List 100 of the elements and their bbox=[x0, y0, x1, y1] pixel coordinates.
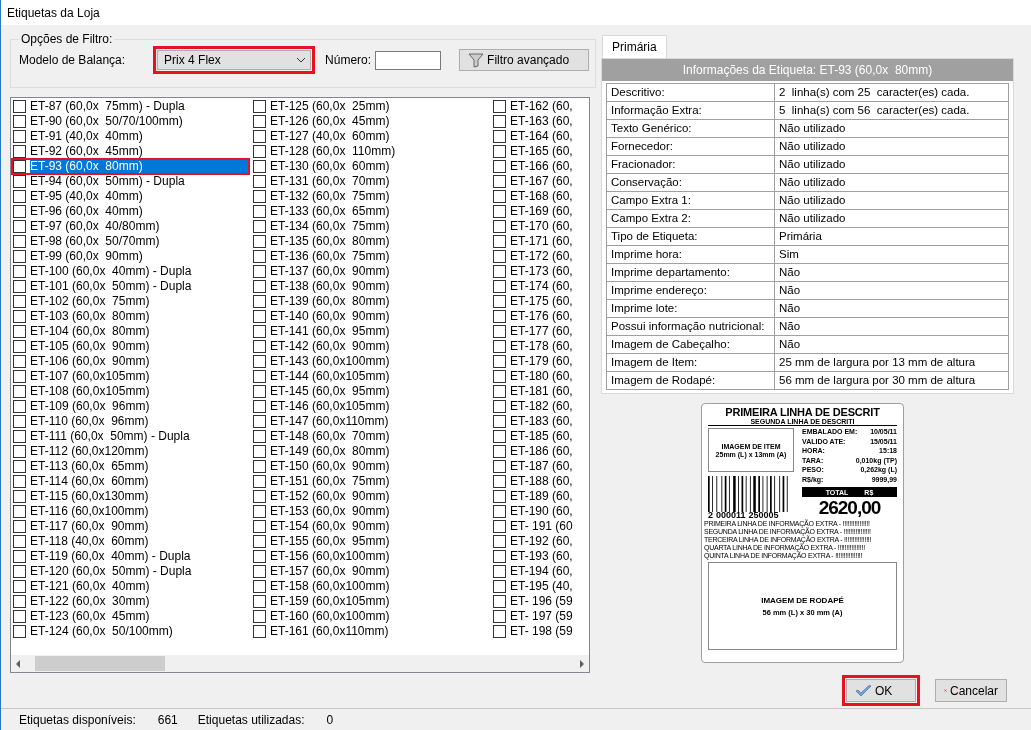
list-item[interactable]: ET-125 (60,0x 25mm) bbox=[270, 100, 488, 113]
checkbox[interactable] bbox=[253, 430, 266, 443]
checkbox[interactable] bbox=[493, 175, 506, 188]
list-item[interactable]: ET-178 (60, bbox=[510, 340, 585, 353]
checkbox[interactable] bbox=[253, 265, 266, 278]
list-item[interactable]: ET-169 (60, bbox=[510, 205, 585, 218]
list-item[interactable]: ET-112 (60,0x120mm) bbox=[30, 445, 248, 458]
checkbox[interactable] bbox=[13, 145, 26, 158]
list-item[interactable]: ET-143 (60,0x100mm) bbox=[270, 355, 488, 368]
list-item[interactable]: ET-95 (40,0x 40mm) bbox=[30, 190, 248, 203]
list-item[interactable]: ET- 198 (59 bbox=[510, 625, 585, 638]
checkbox[interactable] bbox=[253, 130, 266, 143]
checkbox[interactable] bbox=[13, 190, 26, 203]
checkbox[interactable] bbox=[253, 115, 266, 128]
checkbox[interactable] bbox=[253, 325, 266, 338]
checkbox[interactable] bbox=[493, 400, 506, 413]
ok-button[interactable]: OK bbox=[846, 679, 916, 702]
list-item[interactable]: ET-106 (60,0x 90mm) bbox=[30, 355, 248, 368]
list-item[interactable]: ET-141 (60,0x 95mm) bbox=[270, 325, 488, 338]
list-item[interactable]: ET-183 (60, bbox=[510, 415, 585, 428]
list-item[interactable]: ET-186 (60, bbox=[510, 445, 585, 458]
list-item[interactable]: ET-105 (60,0x 90mm) bbox=[30, 340, 248, 353]
number-field[interactable] bbox=[375, 50, 442, 70]
checkbox[interactable] bbox=[493, 190, 506, 203]
checkbox[interactable] bbox=[253, 385, 266, 398]
checkbox[interactable] bbox=[253, 415, 266, 428]
checkbox[interactable] bbox=[493, 460, 506, 473]
list-item[interactable]: ET-92 (60,0x 45mm) bbox=[30, 145, 248, 158]
list-item[interactable]: ET-111 (60,0x 50mm) - Dupla bbox=[30, 430, 248, 443]
checkbox[interactable] bbox=[13, 505, 26, 518]
checkbox[interactable] bbox=[493, 520, 506, 533]
list-item[interactable]: ET-165 (60, bbox=[510, 145, 585, 158]
list-item[interactable]: ET-161 (60,0x110mm) bbox=[270, 625, 488, 638]
checkbox[interactable] bbox=[253, 460, 266, 473]
checkbox[interactable] bbox=[493, 310, 506, 323]
checkbox[interactable] bbox=[13, 235, 26, 248]
list-item[interactable]: ET-182 (60, bbox=[510, 400, 585, 413]
list-item[interactable]: ET-167 (60, bbox=[510, 175, 585, 188]
list-item[interactable]: ET-144 (60,0x105mm) bbox=[270, 370, 488, 383]
checkbox[interactable] bbox=[493, 415, 506, 428]
list-item[interactable]: ET-146 (60,0x105mm) bbox=[270, 400, 488, 413]
checkbox[interactable] bbox=[493, 160, 506, 173]
checkbox[interactable] bbox=[253, 250, 266, 263]
list-item[interactable]: ET-152 (60,0x 90mm) bbox=[270, 490, 488, 503]
list-item[interactable]: ET-172 (60, bbox=[510, 250, 585, 263]
checkbox[interactable] bbox=[253, 295, 266, 308]
checkbox[interactable] bbox=[493, 580, 506, 593]
checkbox[interactable] bbox=[253, 535, 266, 548]
checkbox[interactable] bbox=[493, 445, 506, 458]
list-item[interactable]: ET-119 (60,0x 40mm) - Dupla bbox=[30, 550, 248, 563]
list-item[interactable]: ET-118 (40,0x 60mm) bbox=[30, 535, 248, 548]
list-item[interactable]: ET-138 (60,0x 90mm) bbox=[270, 280, 488, 293]
checkbox[interactable] bbox=[493, 205, 506, 218]
checkbox[interactable] bbox=[13, 280, 26, 293]
list-item[interactable]: ET-148 (60,0x 70mm) bbox=[270, 430, 488, 443]
checkbox[interactable] bbox=[13, 310, 26, 323]
checkbox[interactable] bbox=[493, 100, 506, 113]
list-item[interactable]: ET-124 (60,0x 50/100mm) bbox=[30, 625, 248, 638]
list-item[interactable]: ET-190 (60, bbox=[510, 505, 585, 518]
checkbox[interactable] bbox=[253, 310, 266, 323]
checkbox[interactable] bbox=[13, 610, 26, 623]
checkbox[interactable] bbox=[13, 595, 26, 608]
list-item[interactable]: ET-90 (60,0x 50/70/100mm) bbox=[30, 115, 248, 128]
list-item[interactable]: ET-127 (40,0x 60mm) bbox=[270, 130, 488, 143]
checkbox[interactable] bbox=[13, 430, 26, 443]
list-item[interactable]: ET-170 (60, bbox=[510, 220, 585, 233]
list-item[interactable]: ET-137 (60,0x 90mm) bbox=[270, 265, 488, 278]
list-item[interactable]: ET-139 (60,0x 80mm) bbox=[270, 295, 488, 308]
list-item[interactable]: ET-145 (60,0x 95mm) bbox=[270, 385, 488, 398]
list-item[interactable]: ET-96 (60,0x 40mm) bbox=[30, 205, 248, 218]
checkbox[interactable] bbox=[13, 385, 26, 398]
list-item[interactable]: ET-110 (60,0x 96mm) bbox=[30, 415, 248, 428]
list-item[interactable]: ET-154 (60,0x 90mm) bbox=[270, 520, 488, 533]
list-item[interactable]: ET-123 (60,0x 45mm) bbox=[30, 610, 248, 623]
checkbox[interactable] bbox=[13, 100, 26, 113]
list-item[interactable]: ET-181 (60, bbox=[510, 385, 585, 398]
checkbox[interactable] bbox=[13, 175, 26, 188]
list-item[interactable]: ET-100 (60,0x 40mm) - Dupla bbox=[30, 265, 248, 278]
checkbox[interactable] bbox=[493, 235, 506, 248]
list-item[interactable]: ET-104 (60,0x 80mm) bbox=[30, 325, 248, 338]
checkbox[interactable] bbox=[253, 145, 266, 158]
checkbox[interactable] bbox=[493, 370, 506, 383]
checkbox[interactable] bbox=[493, 265, 506, 278]
checkbox[interactable] bbox=[13, 400, 26, 413]
checkbox[interactable] bbox=[253, 595, 266, 608]
list-item[interactable]: ET-98 (60,0x 50/70mm) bbox=[30, 235, 248, 248]
list-item[interactable]: ET-166 (60, bbox=[510, 160, 585, 173]
checkbox[interactable] bbox=[493, 625, 506, 638]
cancel-button[interactable]: Cancelar bbox=[935, 679, 1007, 702]
checkbox[interactable] bbox=[493, 550, 506, 563]
checkbox[interactable] bbox=[253, 235, 266, 248]
list-item[interactable]: ET-120 (60,0x 50mm) - Dupla bbox=[30, 565, 248, 578]
list-item[interactable]: ET-116 (60,0x100mm) bbox=[30, 505, 248, 518]
list-item[interactable]: ET-126 (60,0x 45mm) bbox=[270, 115, 488, 128]
list-item[interactable]: ET-193 (60, bbox=[510, 550, 585, 563]
checkbox[interactable] bbox=[253, 475, 266, 488]
checkbox[interactable] bbox=[253, 400, 266, 413]
list-item[interactable]: ET-189 (60, bbox=[510, 490, 585, 503]
list-item[interactable]: ET-194 (60, bbox=[510, 565, 585, 578]
checkbox[interactable] bbox=[13, 490, 26, 503]
